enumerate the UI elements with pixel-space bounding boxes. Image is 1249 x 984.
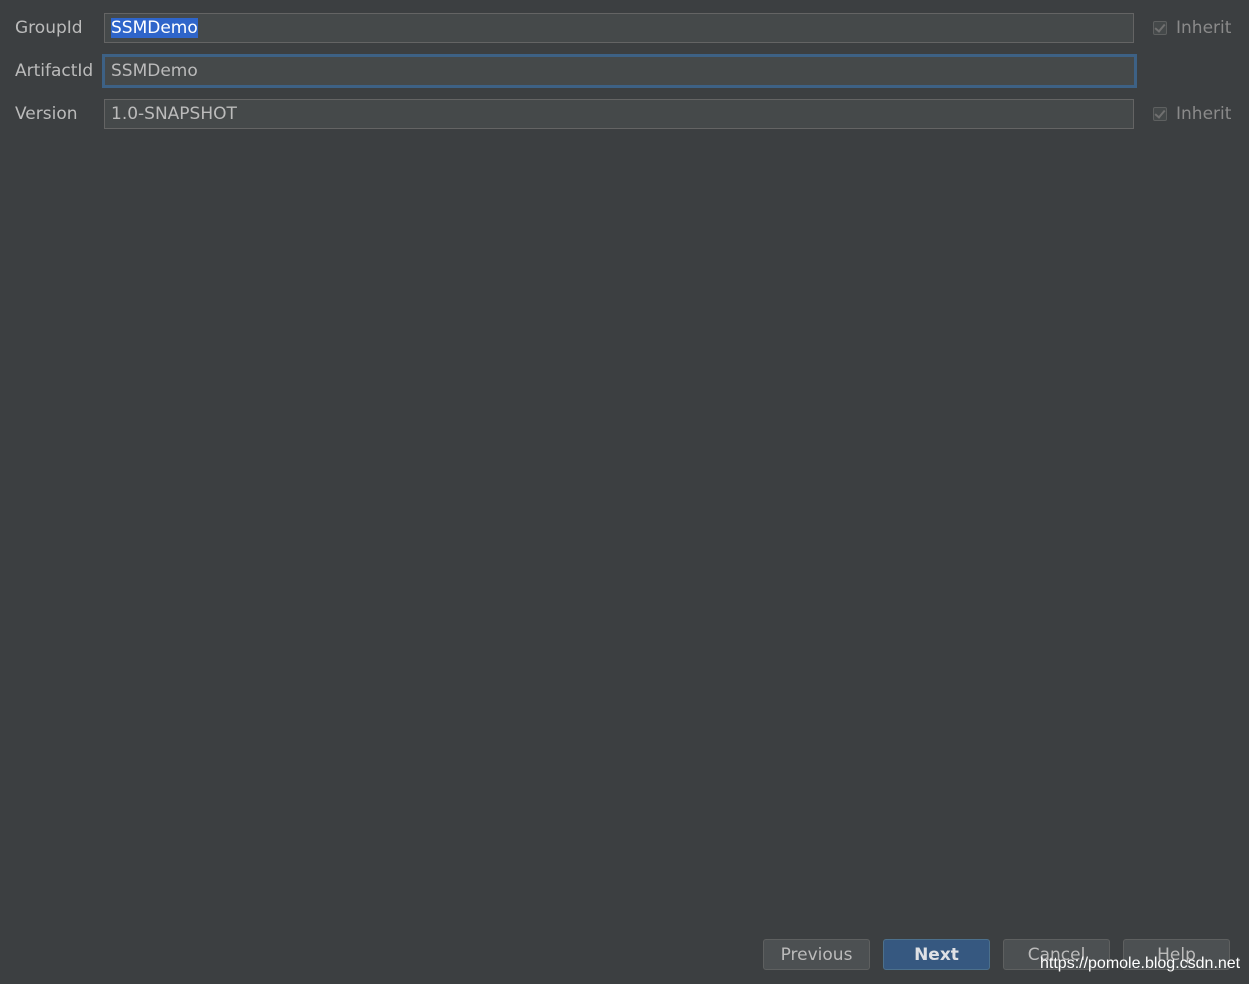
group-id-inherit-label: Inherit: [1176, 18, 1232, 38]
next-button[interactable]: Next: [883, 939, 990, 970]
version-label: Version: [15, 104, 78, 124]
group-id-value: SSMDemo: [111, 18, 198, 38]
group-id-input[interactable]: SSMDemo: [104, 13, 1134, 43]
artifact-id-label: ArtifactId: [15, 61, 94, 81]
artifact-id-input[interactable]: SSMDemo: [103, 55, 1136, 87]
version-input[interactable]: 1.0-SNAPSHOT: [104, 99, 1134, 129]
group-id-inherit-checkbox[interactable]: Inherit: [1153, 17, 1231, 39]
version-inherit-checkbox[interactable]: Inherit: [1153, 103, 1231, 125]
checkbox-checked-icon: [1153, 21, 1167, 35]
group-id-label: GroupId: [15, 18, 83, 38]
version-inherit-label: Inherit: [1176, 104, 1232, 124]
artifact-id-value: SSMDemo: [111, 61, 198, 81]
previous-button[interactable]: Previous: [763, 939, 870, 970]
version-value: 1.0-SNAPSHOT: [111, 104, 237, 124]
checkbox-checked-icon: [1153, 107, 1167, 121]
watermark-text: https://pomole.blog.csdn.net: [1040, 955, 1241, 972]
